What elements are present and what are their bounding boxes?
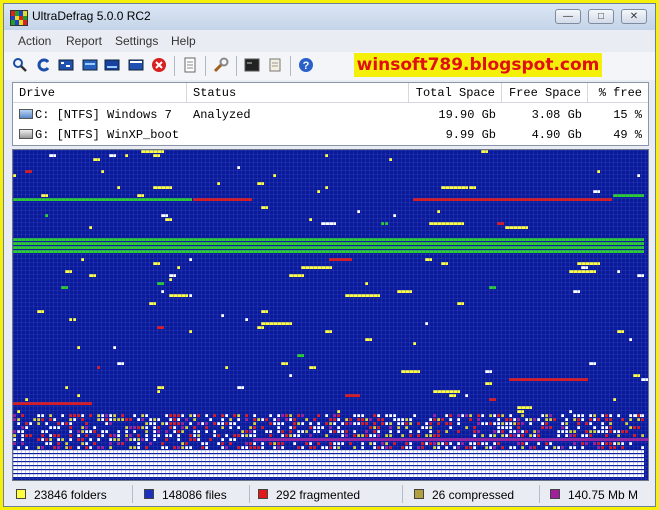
status-compressed: 26 compressed (414, 488, 514, 502)
help-icon[interactable]: ? (298, 57, 314, 73)
toolbar-separator (290, 56, 291, 76)
close-icon: ✕ (629, 11, 639, 22)
minimize-icon: — (563, 11, 573, 22)
drive-name: G: [NTFS] WinXP_boot (35, 128, 180, 142)
minimize-button[interactable]: — (555, 9, 581, 24)
menu-report[interactable]: Report (66, 34, 102, 48)
window-title: UltraDefrag 5.0.0 RC2 (32, 9, 151, 23)
column-header-pct-free[interactable]: % free (588, 83, 648, 103)
cluster-map[interactable] (12, 149, 659, 481)
stop-icon[interactable] (151, 57, 167, 73)
full-optimize-icon[interactable] (104, 57, 120, 73)
maximize-button[interactable]: □ (588, 9, 614, 24)
drive-pct-free: 49 % (613, 128, 642, 142)
boot-time-icon[interactable] (244, 57, 260, 73)
settings-icon[interactable] (213, 57, 229, 73)
fragmented-swatch-icon (258, 489, 268, 499)
drive-total: 9.99 Gb (445, 128, 496, 142)
maximize-icon: □ (597, 11, 605, 22)
script-icon[interactable] (267, 57, 283, 73)
status-separator (132, 485, 133, 503)
toolbar-separator (205, 56, 206, 76)
file-swatch-icon (144, 489, 154, 499)
analyze-icon[interactable] (12, 57, 28, 73)
mft-swatch-icon (550, 489, 560, 499)
app-icon (10, 10, 28, 26)
status-fragmented: 292 fragmented (258, 488, 360, 502)
menu-settings[interactable]: Settings (115, 34, 158, 48)
main-window: UltraDefrag 5.0.0 RC2 — □ ✕ Action Repor… (3, 3, 659, 507)
directory-swatch-icon (16, 489, 26, 499)
defragment-icon[interactable] (58, 57, 74, 73)
drive-free: 3.08 Gb (531, 108, 582, 122)
status-bar: 23846 folders 148086 files 292 fragmente… (4, 482, 655, 506)
menu-action[interactable]: Action (18, 34, 51, 48)
drive-pct-free: 15 % (613, 108, 642, 122)
menu-bar: Action Report Settings Help (4, 30, 655, 52)
column-header-free-space[interactable]: Free Space (502, 83, 588, 103)
watermark-text: winsoft789.blogspot.com (354, 53, 602, 77)
drive-row[interactable]: C: [NTFS] Windows 7 Analyzed 19.90 Gb 3.… (13, 105, 648, 125)
status-separator (539, 485, 540, 503)
close-button[interactable]: ✕ (621, 9, 647, 24)
toolbar-separator (236, 56, 237, 76)
drive-status (187, 125, 409, 145)
drive-list[interactable]: Drive Status Total Space Free Space % fr… (12, 82, 649, 146)
mft-optimize-icon[interactable] (128, 57, 144, 73)
status-folders: 23846 folders (16, 488, 107, 502)
drive-name: C: [NTFS] Windows 7 (35, 108, 172, 122)
toolbar-separator (174, 56, 175, 76)
drive-row[interactable]: G: [NTFS] WinXP_boot 9.99 Gb 4.90 Gb 49 … (13, 125, 648, 145)
title-bar[interactable]: UltraDefrag 5.0.0 RC2 — □ ✕ (4, 4, 655, 30)
quick-optimize-icon[interactable] (82, 57, 98, 73)
status-separator (249, 485, 250, 503)
status-files: 148086 files (144, 488, 227, 502)
report-icon[interactable] (182, 57, 198, 73)
menu-help[interactable]: Help (171, 34, 196, 48)
column-header-status[interactable]: Status (187, 83, 409, 103)
status-separator (402, 485, 403, 503)
compressed-swatch-icon (414, 489, 424, 499)
drive-free: 4.90 Gb (531, 128, 582, 142)
cluster-map-canvas (13, 150, 659, 480)
drive-total: 19.90 Gb (438, 108, 496, 122)
svg-text:?: ? (303, 60, 310, 72)
column-header-total-space[interactable]: Total Space (409, 83, 502, 103)
refresh-icon[interactable] (36, 57, 52, 73)
status-mft: 140.75 Mb M (550, 488, 638, 502)
column-header-drive[interactable]: Drive (13, 83, 187, 103)
drive-status: Analyzed (193, 108, 251, 122)
cluster-grid-overlay (13, 150, 648, 480)
